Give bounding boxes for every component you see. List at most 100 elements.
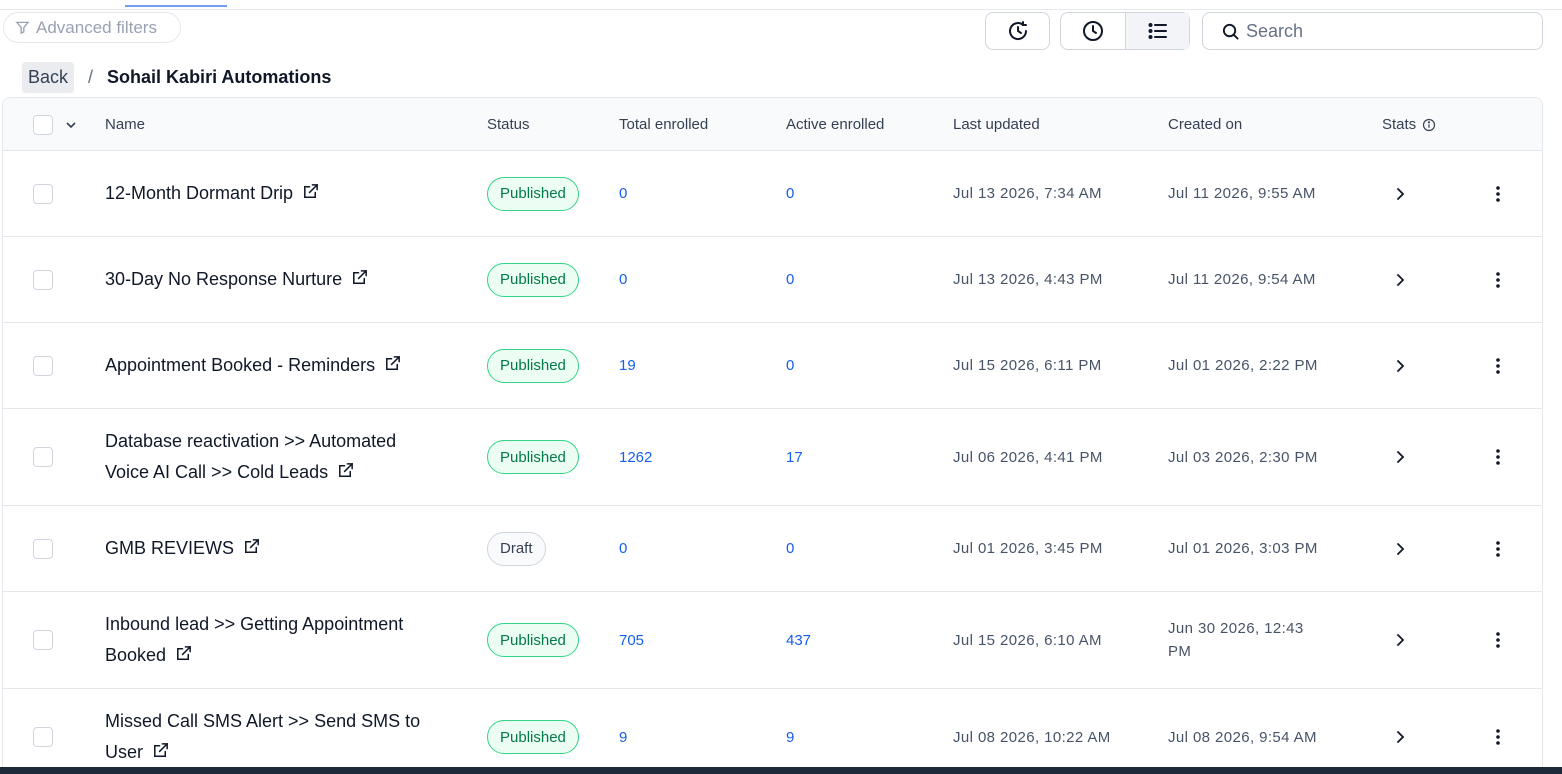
table-row[interactable]: Missed Call SMS Alert >> Send SMS to Use… [3, 689, 1542, 774]
external-link-icon[interactable] [383, 354, 402, 373]
table-row[interactable]: Database reactivation >> Automated Voice… [3, 409, 1542, 506]
last-updated-value: Jul 15 2026, 6:10 AM [953, 631, 1102, 649]
stats-expand-button[interactable] [1390, 409, 1410, 505]
total-enrolled-link[interactable]: 0 [619, 237, 627, 322]
active-enrolled-link[interactable]: 9 [786, 689, 794, 774]
stats-expand-button[interactable] [1390, 689, 1410, 774]
column-active-enrolled[interactable]: Active enrolled [786, 98, 884, 151]
row-checkbox[interactable] [33, 592, 53, 688]
chevron-right-icon [1397, 542, 1405, 555]
status-cell: Published [487, 592, 579, 688]
status-badge: Published [487, 623, 579, 657]
column-total-enrolled[interactable]: Total enrolled [619, 98, 708, 151]
workflow-name-link[interactable]: GMB REVIEWS [105, 538, 234, 558]
bottom-bar [0, 767, 1562, 774]
external-link-icon[interactable] [301, 182, 320, 201]
row-checkbox[interactable] [33, 689, 53, 774]
search-icon [1222, 23, 1239, 40]
row-checkbox[interactable] [33, 506, 53, 591]
status-badge: Published [487, 440, 579, 474]
last-updated-value: Jul 13 2026, 4:43 PM [953, 271, 1103, 288]
column-stats[interactable]: Stats [1382, 98, 1436, 151]
history-button[interactable] [986, 13, 1049, 49]
column-last-updated[interactable]: Last updated [953, 98, 1040, 151]
workflow-name-link[interactable]: Inbound lead >> Getting Appointment Book… [105, 614, 403, 665]
chevron-right-icon [1397, 187, 1405, 200]
table-row[interactable]: 30-Day No Response Nurture Published 0 0 Jul… [3, 237, 1542, 323]
active-enrolled-link[interactable]: 17 [786, 409, 803, 505]
chevron-right-icon [1397, 634, 1405, 646]
status-cell: Published [487, 409, 579, 505]
table-row[interactable]: Inbound lead >> Getting Appointment Book… [3, 592, 1542, 689]
workflow-name-cell: Database reactivation >> Automated Voice… [105, 409, 445, 505]
last-updated-value: Jul 01 2026, 3:45 PM [953, 540, 1103, 557]
status-cell: Published [487, 237, 579, 322]
select-all-checkbox[interactable] [33, 98, 53, 151]
workflow-name-cell: Appointment Booked - Reminders [105, 323, 445, 408]
stats-expand-button[interactable] [1390, 237, 1410, 322]
row-checkbox[interactable] [33, 151, 53, 236]
list-view-button[interactable] [1125, 13, 1189, 49]
row-checkbox[interactable] [33, 323, 53, 408]
external-link-icon[interactable] [242, 537, 261, 556]
timeline-view-button[interactable] [1061, 13, 1125, 49]
workflow-name-cell: 30-Day No Response Nurture [105, 237, 445, 322]
table-row[interactable]: GMB REVIEWS Draft 0 0 Jul 01 2026, 3:45 PM Ju… [3, 506, 1542, 592]
table-row[interactable]: Appointment Booked - Reminders Published 1… [3, 323, 1542, 409]
last-updated-value: Jul 08 2026, 10:22 AM [953, 728, 1111, 746]
created-on-cell: Jun 30 2026, 12:43 PM [1168, 592, 1328, 688]
active-enrolled-link[interactable]: 0 [786, 323, 794, 408]
external-link-icon[interactable] [174, 644, 193, 663]
active-enrolled-link[interactable]: 437 [786, 592, 811, 688]
external-link-icon[interactable] [336, 461, 355, 480]
row-checkbox[interactable] [33, 409, 53, 505]
status-badge: Published [487, 348, 579, 383]
workflow-name-link[interactable]: 12-Month Dormant Drip [105, 183, 293, 203]
last-updated-cell: Jul 15 2026, 6:10 AM [953, 592, 1113, 688]
row-actions-button[interactable] [1488, 506, 1508, 591]
back-button[interactable]: Back [22, 62, 75, 93]
stats-expand-button[interactable] [1390, 151, 1410, 236]
workflow-name-link[interactable]: 30-Day No Response Nurture [105, 269, 342, 289]
row-actions-button[interactable] [1488, 323, 1508, 408]
workflow-name-cell: Missed Call SMS Alert >> Send SMS to Use… [105, 689, 445, 774]
stats-expand-button[interactable] [1390, 592, 1410, 688]
stats-expand-button[interactable] [1390, 323, 1410, 408]
stats-expand-button[interactable] [1390, 506, 1410, 591]
workflow-name-link[interactable]: Appointment Booked - Reminders [105, 355, 375, 375]
created-on-value: Jul 01 2026, 3:03 PM [1168, 540, 1318, 557]
active-enrolled-link[interactable]: 0 [786, 151, 794, 236]
workflow-name-cell: 12-Month Dormant Drip [105, 151, 445, 236]
row-actions-button[interactable] [1488, 237, 1508, 322]
active-enrolled-link[interactable]: 0 [786, 237, 794, 322]
column-created-on[interactable]: Created on [1168, 98, 1242, 151]
kebab-menu-icon [1496, 729, 1500, 745]
table-row[interactable]: 12-Month Dormant Drip Published 0 0 Jul 13 2… [3, 151, 1542, 237]
last-updated-value: Jul 15 2026, 6:11 PM [953, 357, 1102, 374]
status-badge: Draft [487, 531, 546, 566]
row-actions-button[interactable] [1488, 151, 1508, 236]
total-enrolled-link[interactable]: 0 [619, 506, 627, 591]
external-link-icon[interactable] [350, 268, 369, 287]
row-actions-button[interactable] [1488, 409, 1508, 505]
advanced-filters-button[interactable]: Advanced filters [3, 12, 181, 43]
select-all-dropdown[interactable] [64, 98, 78, 151]
info-icon[interactable] [1422, 118, 1436, 132]
column-name[interactable]: Name [105, 98, 145, 151]
status-cell: Published [487, 689, 579, 774]
created-on-value: Jul 01 2026, 2:22 PM [1168, 357, 1318, 374]
search-placeholder: Search [1246, 20, 1304, 41]
row-checkbox[interactable] [33, 237, 53, 322]
total-enrolled-link[interactable]: 705 [619, 592, 644, 688]
row-actions-button[interactable] [1488, 689, 1508, 774]
total-enrolled-link[interactable]: 1262 [619, 409, 652, 505]
total-enrolled-link[interactable]: 0 [619, 151, 627, 236]
table-header: Name Status Total enrolled Active enroll… [3, 98, 1542, 151]
active-enrolled-link[interactable]: 0 [786, 506, 794, 591]
total-enrolled-link[interactable]: 19 [619, 323, 636, 408]
search-input[interactable]: Search [1202, 12, 1543, 50]
row-actions-button[interactable] [1488, 592, 1508, 688]
column-status[interactable]: Status [487, 98, 530, 151]
total-enrolled-link[interactable]: 9 [619, 689, 627, 774]
external-link-icon[interactable] [151, 741, 170, 760]
